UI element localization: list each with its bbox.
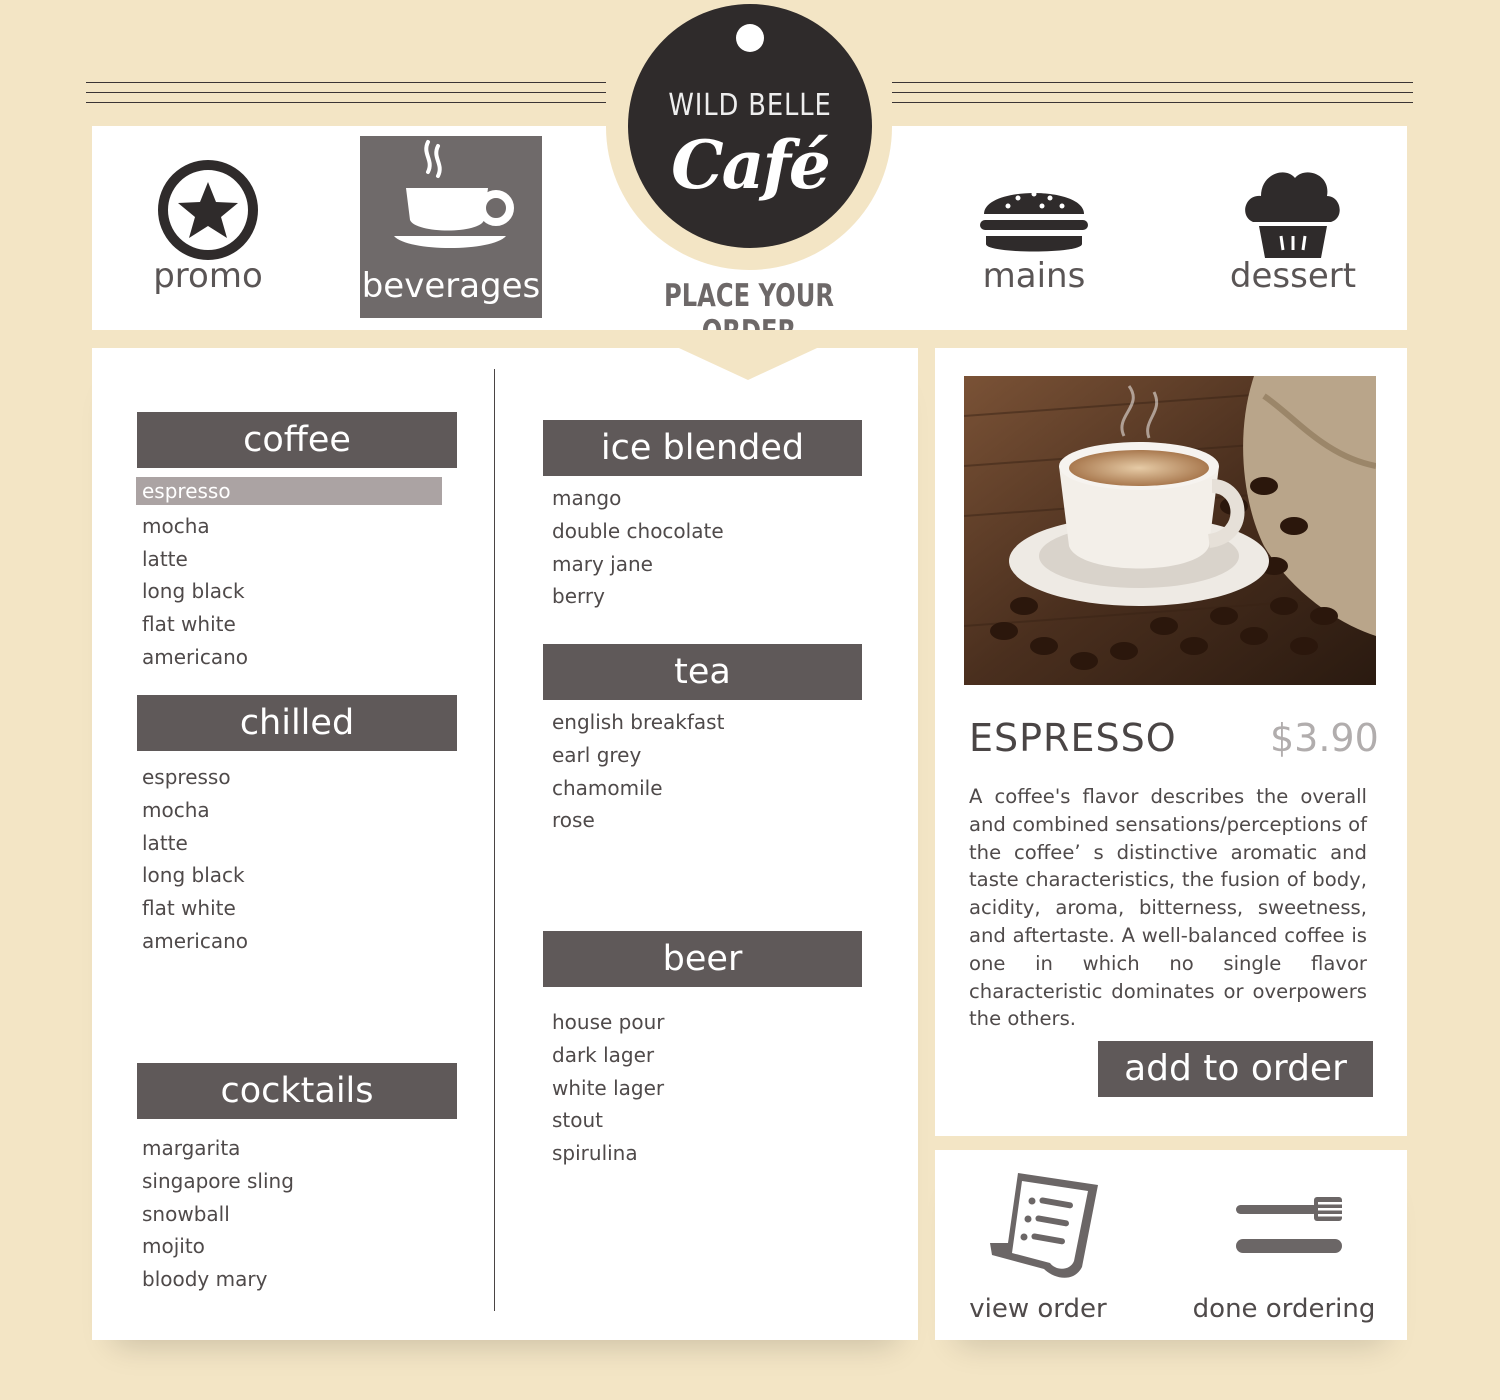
nav-item-dessert[interactable]: dessert [1212, 136, 1374, 318]
category-list-chilled: espresso mocha latte long black flat whi… [136, 761, 456, 958]
product-photo [964, 376, 1376, 685]
category-header-cocktails: cocktails [137, 1063, 457, 1119]
category-list-coffee: espresso mocha latte long black flat whi… [136, 477, 456, 674]
logo-name: WILD BELLE [668, 88, 832, 123]
category-list-cocktails: margarita singapore sling snowball mojit… [136, 1132, 456, 1296]
logo-circle: WILD BELLE Café [628, 4, 872, 248]
product-name: ESPRESSO [969, 716, 1177, 760]
category-list-beer: house pour dark lager white lager stout … [546, 1006, 862, 1170]
menu-item[interactable]: snowball [136, 1198, 456, 1231]
coffee-cup-icon [394, 140, 514, 248]
category-header-beer: beer [543, 931, 862, 987]
menu-item[interactable]: berry [546, 580, 862, 613]
menu-item[interactable]: bloody mary [136, 1263, 456, 1296]
menu-item[interactable]: flat white [136, 608, 456, 641]
category-header-coffee: coffee [137, 412, 457, 468]
menu-item[interactable]: latte [136, 543, 456, 576]
nav-label-beverages: beverages [361, 266, 541, 306]
menu-item[interactable]: margarita [136, 1132, 456, 1165]
nav-item-mains[interactable]: mains [954, 136, 1114, 318]
burger-icon [980, 191, 1088, 252]
nav-label-mains: mains [982, 256, 1086, 296]
menu-item[interactable]: stout [546, 1104, 862, 1137]
menu-item[interactable]: english breakfast [546, 706, 862, 739]
menu-item[interactable]: mary jane [546, 548, 862, 581]
nav-label-dessert: dessert [1229, 256, 1357, 296]
view-order-button[interactable]: view order [960, 1155, 1116, 1330]
menu-item[interactable]: long black [136, 859, 456, 892]
menu-item[interactable]: white lager [546, 1072, 862, 1105]
done-ordering-label: done ordering [1192, 1294, 1376, 1324]
badge-hole [736, 24, 764, 52]
menu-item[interactable]: chamomile [546, 772, 862, 805]
column-divider [494, 369, 495, 1311]
category-header-ice-blended: ice blended [543, 420, 862, 476]
menu-item[interactable]: espresso [136, 477, 442, 505]
header-rule [86, 102, 616, 103]
category-header-chilled: chilled [137, 695, 457, 751]
cupcake-icon [1245, 172, 1340, 258]
done-ordering-button[interactable]: done ordering [1186, 1155, 1382, 1330]
menu-item[interactable]: mango [546, 482, 862, 515]
view-order-label: view order [969, 1294, 1107, 1324]
product-description: A coffee's flavor describes the overall … [969, 785, 1367, 1031]
menu-item[interactable]: double chocolate [546, 515, 862, 548]
add-to-order-button[interactable]: add to order [1098, 1041, 1373, 1097]
header-rule [86, 92, 616, 93]
menu-item[interactable]: mojito [136, 1230, 456, 1263]
fork-knife-icon [1236, 1197, 1342, 1253]
menu-item[interactable]: spirulina [546, 1137, 862, 1170]
menu-item[interactable]: flat white [136, 892, 456, 925]
menu-item[interactable]: espresso [136, 761, 456, 794]
menu-item[interactable]: americano [136, 641, 456, 674]
menu-item[interactable]: earl grey [546, 739, 862, 772]
receipt-icon [990, 1173, 1098, 1278]
category-header-tea: tea [543, 644, 862, 700]
menu-item[interactable]: singapore sling [136, 1165, 456, 1198]
header-rule [883, 102, 1413, 103]
product-price: $3.90 [1270, 716, 1379, 760]
menu-item[interactable]: rose [546, 804, 862, 837]
header-rule [883, 92, 1413, 93]
menu-item[interactable]: mocha [136, 794, 456, 827]
menu-item[interactable]: long black [136, 575, 456, 608]
logo-script: Café [671, 126, 831, 204]
nav-item-beverages[interactable]: beverages [360, 136, 542, 318]
nav-item-promo[interactable]: promo [138, 136, 278, 318]
header-rule [883, 82, 1413, 83]
menu-item[interactable]: latte [136, 827, 456, 860]
menu-item[interactable]: mocha [136, 510, 456, 543]
menu-item[interactable]: dark lager [546, 1039, 862, 1072]
category-list-ice-blended: mango double chocolate mary jane berry [546, 482, 862, 613]
nav-label-promo: promo [153, 256, 263, 296]
logo-badge: WILD BELLE Café [606, 0, 892, 270]
star-badge-icon [158, 160, 258, 260]
menu-item[interactable]: americano [136, 925, 456, 958]
header-rule [86, 82, 616, 83]
menu-item[interactable]: house pour [546, 1006, 862, 1039]
panel-notch [640, 330, 856, 380]
category-list-tea: english breakfast earl grey chamomile ro… [546, 706, 862, 837]
